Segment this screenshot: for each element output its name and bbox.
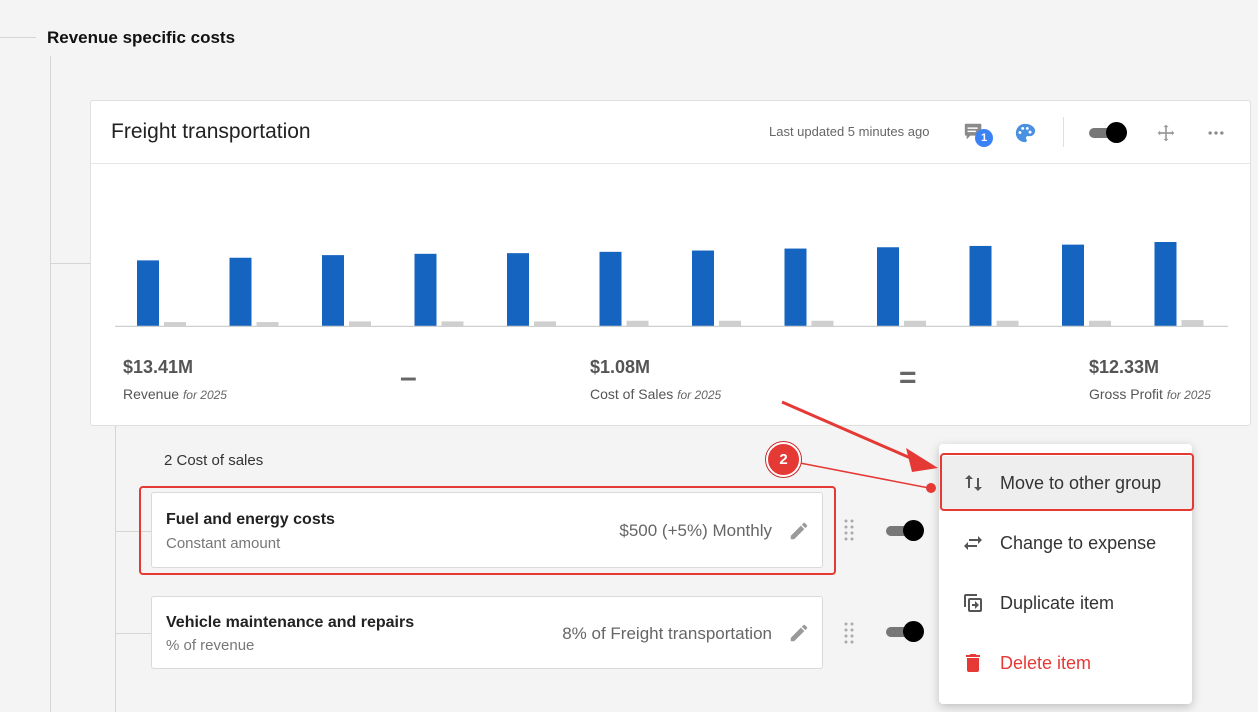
- palette-icon: [1015, 123, 1036, 143]
- tree-connector: [115, 633, 151, 634]
- cost-bar: [441, 321, 464, 326]
- cost-item-card[interactable]: Vehicle maintenance and repairs % of rev…: [151, 596, 823, 669]
- drag-handle-icon[interactable]: [844, 519, 854, 541]
- cost-bar: [904, 320, 926, 326]
- card-title[interactable]: Freight transportation: [111, 120, 311, 144]
- gross-profit-period: for 2025: [1166, 388, 1211, 402]
- more-options-button[interactable]: [1205, 122, 1227, 144]
- group-title: Revenue specific costs: [47, 28, 236, 47]
- revenue-bar: [784, 248, 807, 326]
- duplicate-icon: [964, 594, 982, 612]
- cost-bar: [719, 320, 741, 326]
- revenue-bar: [692, 250, 714, 326]
- cost-of-sales-label: Cost of Sales: [590, 386, 674, 402]
- card-enable-toggle[interactable]: [1087, 122, 1127, 144]
- highlight-box-item: [139, 486, 836, 575]
- cost-item-title: Vehicle maintenance and repairs: [166, 614, 415, 631]
- cost-of-sales-count: 2 Cost of sales: [164, 452, 264, 469]
- cost-item-subtitle: % of revenue: [166, 637, 255, 654]
- drag-handle-icon[interactable]: [844, 622, 854, 644]
- cost-bar: [1089, 320, 1111, 326]
- color-button[interactable]: [1013, 121, 1037, 145]
- revenue-bar: [1062, 244, 1084, 326]
- card-header: Freight transportation Last updated 5 mi…: [91, 101, 1250, 164]
- gross-profit-value: $12.33M: [1089, 357, 1160, 377]
- revenue-label: Revenue: [123, 386, 180, 402]
- menu-item-label: Duplicate item: [1000, 592, 1115, 613]
- revenue-metric: $13.41M Revenue for 2025: [123, 357, 227, 402]
- move-handle[interactable]: [1155, 122, 1177, 144]
- revenue-bar: [414, 253, 437, 326]
- menu-item-change-to-expense[interactable]: Change to expense: [939, 516, 1192, 570]
- tree-connector: [115, 426, 116, 712]
- menu-item-label: Delete item: [1000, 652, 1092, 673]
- revenue-bar: [507, 253, 529, 326]
- gross-profit-metric: $12.33M Gross Profit for 2025: [1089, 357, 1211, 402]
- highlight-box-menu-item: [940, 453, 1194, 511]
- move-icon: [1157, 124, 1175, 142]
- menu-item-duplicate-item[interactable]: Duplicate item: [939, 576, 1192, 630]
- equals-operator: =: [899, 361, 917, 394]
- revenue-value: $13.41M: [123, 357, 194, 377]
- minus-operator: –: [400, 361, 417, 394]
- revenue-period: for 2025: [182, 388, 227, 402]
- last-updated-text: Last updated 5 minutes ago: [769, 124, 930, 139]
- swap-horizontal-icon: [964, 536, 982, 550]
- revenue-cost-chart: [115, 242, 1228, 327]
- cost-item-toggle[interactable]: [884, 520, 924, 542]
- revenue-bar: [877, 247, 899, 326]
- revenue-bar: [969, 245, 992, 326]
- comments-button[interactable]: 1: [963, 121, 997, 147]
- more-horizontal-icon: [1208, 131, 1224, 135]
- cost-of-sales-period: for 2025: [677, 388, 722, 402]
- tree-connector: [0, 37, 36, 38]
- gross-profit-label: Gross Profit: [1089, 386, 1163, 402]
- cost-item-toggle[interactable]: [884, 621, 924, 643]
- comment-count-badge: 1: [975, 129, 993, 147]
- cost-of-sales-value: $1.08M: [590, 357, 651, 377]
- annotation-dot: [926, 483, 936, 493]
- cost-bar: [349, 321, 371, 326]
- revenue-card: Freight transportation Last updated 5 mi…: [90, 100, 1251, 426]
- tree-connector: [50, 263, 90, 264]
- cost-bar: [164, 322, 186, 326]
- step-number-badge: 2: [766, 442, 801, 477]
- revenue-bar: [137, 260, 159, 326]
- menu-item-delete-item[interactable]: Delete item: [939, 636, 1192, 690]
- cost-item-amount: 8% of Freight transportation: [562, 624, 772, 643]
- header-divider: [1063, 117, 1064, 147]
- tree-connector: [50, 56, 51, 712]
- trash-icon: [966, 654, 980, 672]
- cost-bar: [811, 320, 834, 326]
- cost-of-sales-metric: $1.08M Cost of Sales for 2025: [590, 357, 721, 402]
- cost-bar: [256, 322, 279, 326]
- revenue-bar: [599, 251, 622, 326]
- annotation-arrowhead: [906, 448, 938, 472]
- annotation-connector: [799, 462, 930, 489]
- revenue-bar: [322, 255, 344, 326]
- menu-item-label: Change to expense: [1000, 532, 1157, 553]
- revenue-bar: [229, 257, 252, 326]
- cost-bar: [1181, 320, 1204, 326]
- cost-bar: [534, 321, 556, 326]
- revenue-bar: [1154, 242, 1177, 326]
- cost-bar: [996, 320, 1019, 326]
- cost-bar: [626, 320, 649, 326]
- edit-icon[interactable]: [788, 622, 810, 644]
